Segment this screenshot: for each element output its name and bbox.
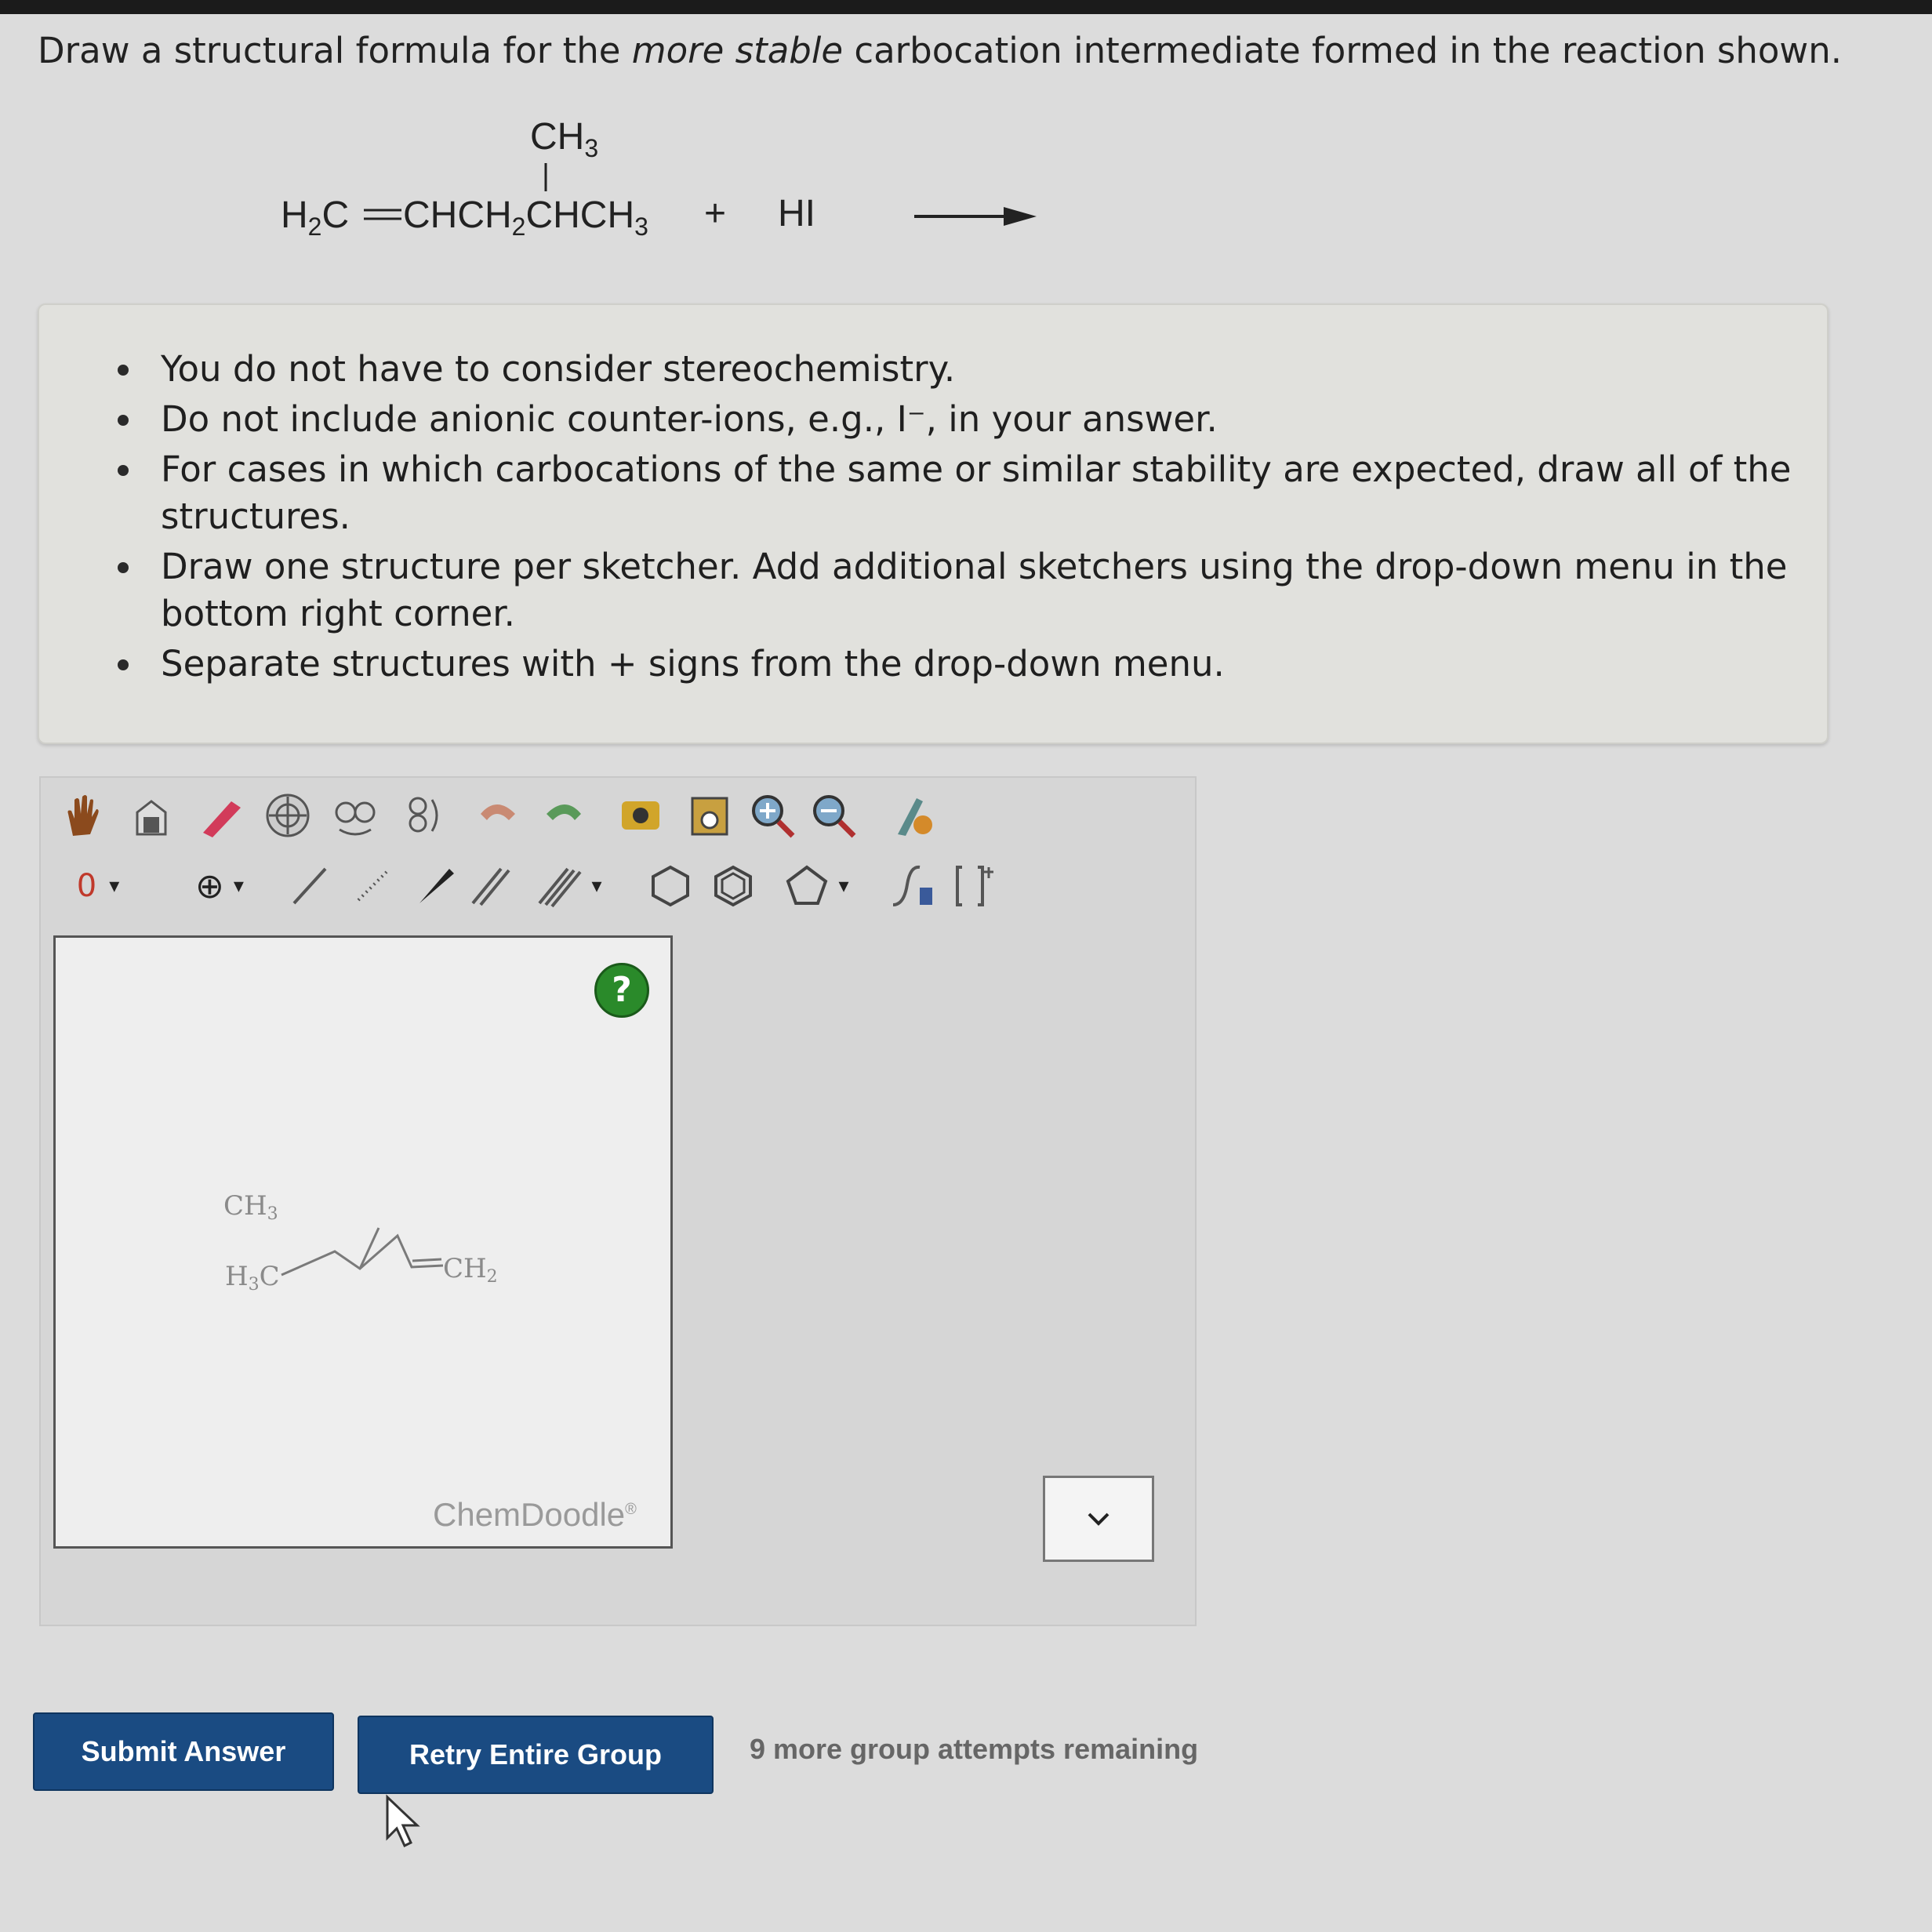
lasso-icon[interactable] <box>124 784 179 847</box>
instructions-panel: You do not have to consider stereochemis… <box>38 303 1828 744</box>
reagent-hi: HI <box>778 193 815 234</box>
toolbar-bottom: 0 ▾ ⊕ ▾ ▾ ▾ <box>55 855 1035 925</box>
paste-icon[interactable] <box>682 784 737 847</box>
ring-dropdown[interactable]: ▾ <box>768 855 862 917</box>
charge-dropdown[interactable]: 0 ▾ <box>55 855 141 917</box>
eraser-icon[interactable] <box>193 784 248 847</box>
mouse-cursor-icon <box>386 1794 420 1848</box>
structure-label-h3c: H3C <box>225 1261 280 1295</box>
starting-structure: CH3 H3C CH2 <box>223 1190 498 1295</box>
flip-vertical-icon[interactable] <box>392 784 447 847</box>
note-item: Separate structures with + signs from th… <box>39 641 1811 688</box>
chevron-down-icon: ▾ <box>591 874 602 898</box>
zoom-out-icon[interactable] <box>806 784 861 847</box>
redo-icon[interactable] <box>536 784 591 847</box>
benzene-icon[interactable] <box>706 855 761 917</box>
double-bond-icon[interactable] <box>463 855 518 917</box>
wedge-bond-icon[interactable] <box>408 855 463 917</box>
watermark-registered: ® <box>625 1501 637 1518</box>
svg-text:CHCH2CHCH3: CHCH2CHCH3 <box>403 194 648 241</box>
structure-label-ch2: CH2 <box>443 1253 498 1287</box>
chevron-down-icon: ▾ <box>233 874 244 898</box>
chain-icon[interactable] <box>878 855 949 917</box>
submit-answer-button[interactable]: Submit Answer <box>33 1712 334 1791</box>
zoom-in-icon[interactable] <box>745 784 800 847</box>
cyclohexane-icon[interactable] <box>643 855 698 917</box>
chemdoodle-watermark: ChemDoodle® <box>433 1496 637 1534</box>
note-item: For cases in which carbocations of the s… <box>39 446 1811 540</box>
hand-icon[interactable] <box>55 784 110 847</box>
structure-label-ch3: CH3 <box>223 1190 278 1224</box>
reaction-equation: CH3 H2C CHCH2CHCH3 + HI <box>0 0 1932 298</box>
note-item: You do not have to consider stereochemis… <box>39 346 1811 393</box>
single-bond-icon[interactable] <box>282 855 337 917</box>
charge-label: 0 <box>76 868 97 904</box>
center-icon[interactable] <box>260 784 315 847</box>
bracket-icon[interactable] <box>941 855 1011 917</box>
chevron-down-icon: ▾ <box>109 874 120 898</box>
note-item: Draw one structure per sketcher. Add add… <box>39 543 1811 637</box>
plus-sign: + <box>704 193 726 234</box>
help-button[interactable]: ? <box>594 963 649 1018</box>
retry-entire-group-button[interactable]: Retry Entire Group <box>358 1716 714 1794</box>
toolbar-top <box>55 784 957 855</box>
chevron-down-icon <box>1088 1513 1109 1526</box>
triple-bond-dropdown[interactable]: ▾ <box>525 855 612 917</box>
attempts-remaining: 9 more group attempts remaining <box>750 1733 1199 1765</box>
note-item: Do not include anionic counter-ions, e.g… <box>39 396 1811 443</box>
chevron-down-icon: ▾ <box>838 874 849 898</box>
plus-charge-label: ⊕ <box>195 866 224 906</box>
copy-icon[interactable] <box>613 784 668 847</box>
sketcher-canvas[interactable]: CH3 H3C CH2 <box>53 935 673 1549</box>
undo-icon[interactable] <box>470 784 525 847</box>
substituent-ch3: CH3 <box>530 116 598 162</box>
flip-horizontal-icon[interactable] <box>328 784 383 847</box>
hashed-bond-icon[interactable] <box>345 855 400 917</box>
reactant-formula: H2C <box>281 194 349 241</box>
add-sketcher-dropdown[interactable] <box>1043 1476 1154 1562</box>
plus-charge-dropdown[interactable]: ⊕ ▾ <box>172 855 267 917</box>
watermark-text: ChemDoodle <box>433 1496 626 1533</box>
clean-icon[interactable] <box>886 784 941 847</box>
